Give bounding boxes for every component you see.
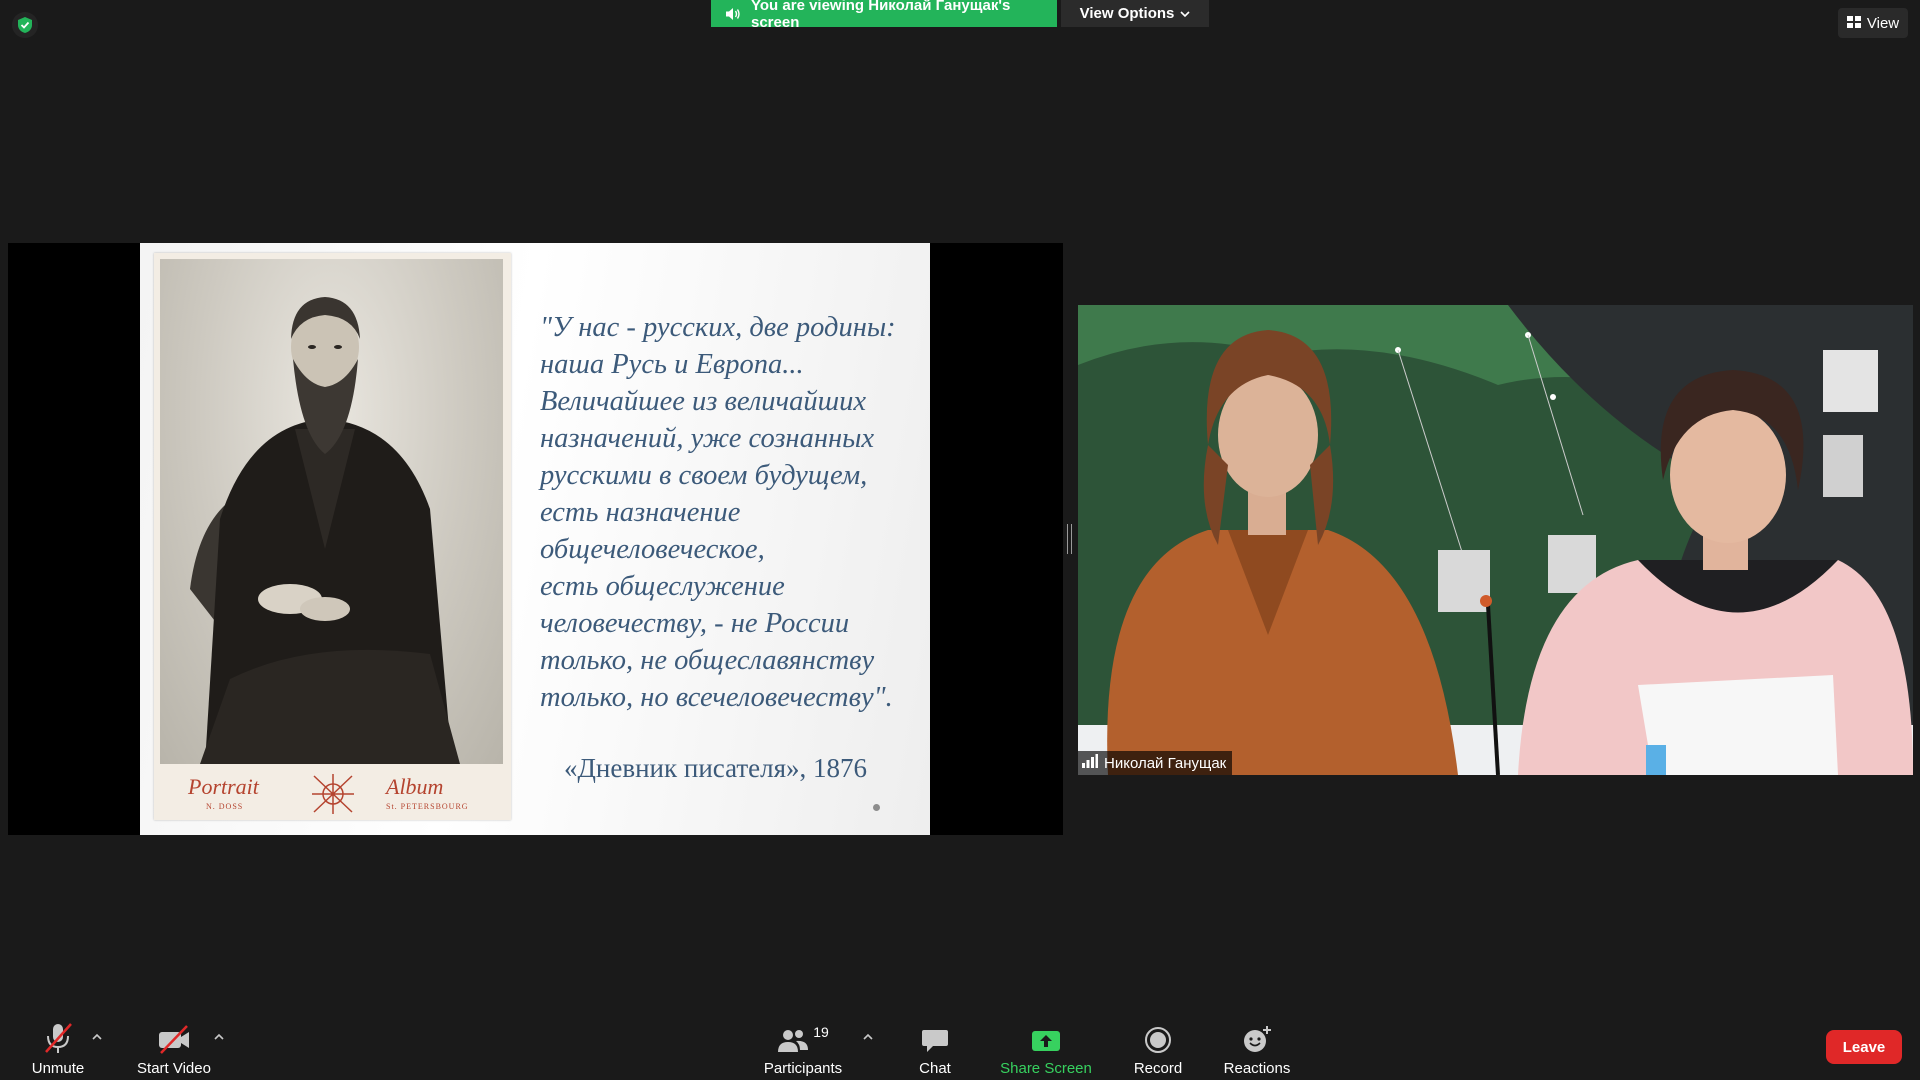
view-label: View	[1866, 14, 1900, 32]
album-left-text: Portrait	[188, 774, 259, 799]
album-right-small: St. PETERSBOURG	[386, 802, 469, 811]
participant-video-tile[interactable]: Николай Ганущак	[1078, 305, 1913, 775]
quote-line: русскими в своем будущем,	[540, 460, 868, 491]
quote-line: наша Русь и Европа...	[540, 349, 804, 380]
record-label: Record	[1133, 1060, 1183, 1077]
quote-text: "У нас - русских, две родины: наша Русь …	[540, 309, 925, 716]
audio-options-caret-icon[interactable]	[89, 1028, 105, 1044]
grid-icon	[1846, 15, 1861, 32]
view-layout-button[interactable]: View	[1838, 8, 1908, 38]
presentation-slide: Portrait N. DOSS Album St. PETERSBOURG "…	[140, 243, 930, 835]
participant-name-tag: Николай Ганущак	[1078, 751, 1233, 775]
microphone-muted-icon	[43, 1018, 73, 1054]
quote-line: только, но всечеловечеству".	[540, 682, 893, 713]
quote-line: общечеловеческое,	[540, 534, 765, 565]
album-right-text: Album	[386, 774, 444, 799]
quote-line: есть общеслужение	[540, 571, 785, 602]
reactions-label: Reactions	[1223, 1060, 1291, 1077]
leave-button[interactable]: Leave	[1826, 1030, 1902, 1064]
portrait-card: Portrait N. DOSS Album St. PETERSBOURG	[154, 253, 511, 820]
quote-line: "У нас - русских, две родины:	[540, 312, 896, 343]
quote-line: только, не общеславянству	[540, 645, 875, 676]
ornament-icon	[310, 772, 356, 821]
slide-dot	[873, 804, 880, 811]
video-options-caret-icon[interactable]	[211, 1028, 227, 1044]
record-button[interactable]: Record	[1130, 1018, 1186, 1077]
quote-line: есть назначение	[540, 497, 741, 528]
participants-count: 19	[813, 1024, 829, 1040]
chat-bubble-icon	[921, 1018, 949, 1054]
participants-options-caret-icon[interactable]	[860, 1028, 876, 1044]
security-shield-icon[interactable]	[12, 12, 38, 38]
video-feed	[1078, 305, 1913, 775]
share-screen-button[interactable]: Share Screen	[998, 1018, 1094, 1077]
signal-strength-icon	[1082, 754, 1098, 772]
participants-label: Participants	[763, 1060, 843, 1077]
participant-name: Николай Ганущак	[1104, 754, 1227, 772]
zoom-meeting-window: You are viewing Николай Ганущак's screen…	[0, 0, 1920, 1080]
quote-line: человечеству, - не России	[540, 608, 850, 639]
quote-source: «Дневник писателя», 1876	[564, 753, 868, 783]
participants-icon-group: 19	[777, 1018, 829, 1054]
portrait-photo	[160, 259, 503, 764]
reactions-smiley-icon	[1242, 1018, 1272, 1054]
view-options-button[interactable]: View Options	[1061, 0, 1209, 27]
people-icon	[778, 1030, 809, 1052]
view-options-label: View Options	[1079, 5, 1175, 22]
quote-line: назначений, уже сознанных	[540, 423, 875, 454]
unmute-button[interactable]: Unmute	[28, 1018, 88, 1077]
album-imprint: Portrait N. DOSS Album St. PETERSBOURG	[154, 768, 511, 820]
start-video-button[interactable]: Start Video	[134, 1018, 214, 1077]
share-screen-icon	[1031, 1018, 1061, 1054]
share-screen-label: Share Screen	[1000, 1060, 1092, 1077]
chat-label: Chat	[919, 1060, 951, 1077]
splitter-handle[interactable]	[1067, 524, 1072, 554]
speaker-icon	[725, 7, 741, 21]
chat-button[interactable]: Chat	[910, 1018, 960, 1077]
unmute-label: Unmute	[31, 1060, 85, 1077]
participants-button[interactable]: 19 Participants	[760, 1018, 846, 1077]
album-left-small: N. DOSS	[206, 802, 244, 811]
video-camera-off-icon	[157, 1018, 191, 1054]
reactions-button[interactable]: Reactions	[1222, 1018, 1292, 1077]
shared-screen: Portrait N. DOSS Album St. PETERSBOURG "…	[8, 243, 1063, 835]
meeting-toolbar: Unmute Start Video 19 Participants Chat …	[0, 1010, 1920, 1080]
chevron-down-icon	[1180, 5, 1190, 22]
viewing-screen-banner: You are viewing Николай Ганущак's screen	[711, 0, 1057, 31]
viewing-banner-text: You are viewing Николай Ганущак's screen	[751, 0, 1011, 31]
record-icon	[1144, 1018, 1172, 1054]
start-video-label: Start Video	[137, 1060, 211, 1077]
quote-line: Величайшее из величайших	[540, 386, 867, 417]
